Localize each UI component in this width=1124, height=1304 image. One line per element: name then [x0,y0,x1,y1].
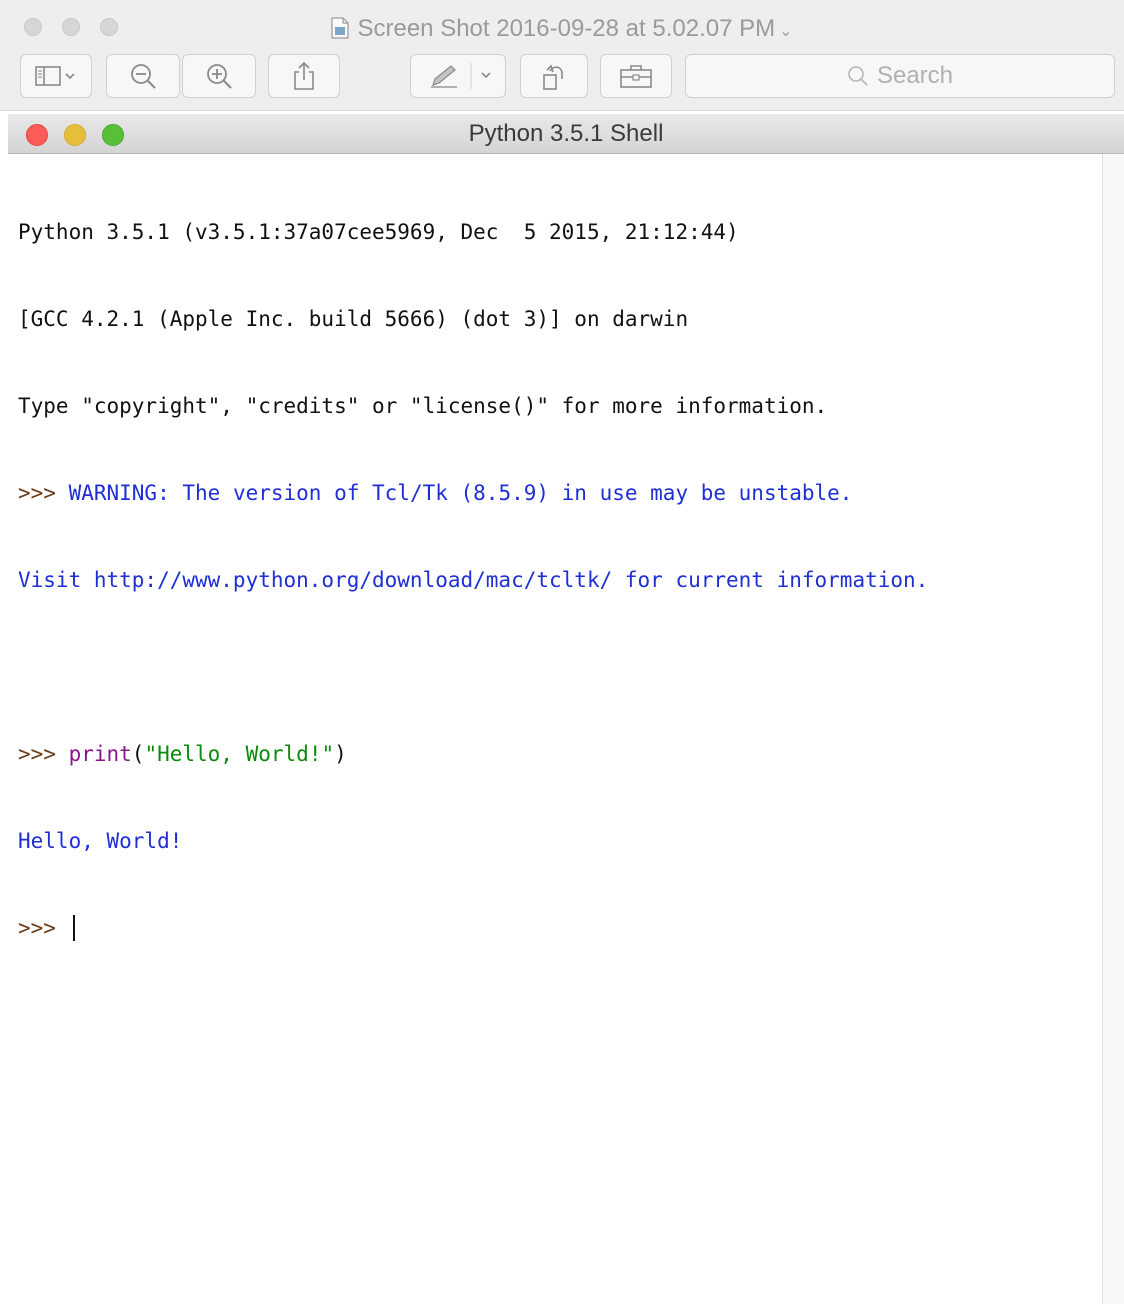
preview-title-text: Screen Shot 2016-09-28 at 5.02.07 PM [357,15,776,42]
prompt: >>> [18,742,69,766]
console-line: [GCC 4.2.1 (Apple Inc. build 5666) (dot … [18,307,689,331]
warning-text: WARNING: The version of Tcl/Tk (8.5.9) i… [68,481,853,505]
share-button[interactable] [268,54,340,98]
console-line: >>> WARNING: The version of Tcl/Tk (8.5.… [18,479,928,508]
console-line: >>> print("Hello, World!") [18,740,928,769]
markup-button[interactable] [410,54,506,98]
preview-window-title[interactable]: Screen Shot 2016-09-28 at 5.02.07 PM ⌄ [0,14,1124,47]
console-output[interactable]: Python 3.5.1 (v3.5.1:37a07cee5969, Dec 5… [18,160,928,1001]
toolbox-icon [620,65,652,88]
shell-window-title: Python 3.5.1 Shell [468,120,664,147]
shell-titlebar: Python 3.5.1 Shell [8,114,1124,154]
search-field[interactable]: Search [685,54,1115,98]
search-placeholder: Search [876,62,954,89]
search-icon [848,66,868,86]
preview-toolbar: Search [0,48,1124,111]
rotate-button[interactable] [520,54,588,98]
console-line: Type "copyright", "credits" or "license(… [18,394,828,418]
sidebar-toggle-icon [35,66,75,86]
zoom-in-icon [207,64,232,89]
prompt: >>> [18,916,69,940]
console-line: Visit http://www.python.org/download/mac… [18,568,929,592]
string-literal: "Hello, World!" [144,742,335,766]
zoom-out-icon [131,64,156,89]
chevron-down-icon: ⌄ [779,23,793,40]
document-icon [331,17,350,39]
markup-pen-icon [431,63,491,89]
paren-close: ) [334,742,347,766]
vertical-scrollbar[interactable] [1102,154,1124,1304]
paren-open: ( [131,742,145,766]
toolbox-button[interactable] [600,54,672,98]
console-output-line: Hello, World! [18,829,183,853]
share-icon [294,61,314,90]
sidebar-toggle-button[interactable] [20,54,92,98]
prompt: >>> [18,481,69,505]
shell-console[interactable]: Python 3.5.1 (v3.5.1:37a07cee5969, Dec 5… [8,154,1102,1304]
console-line: Python 3.5.1 (v3.5.1:37a07cee5969, Dec 5… [18,220,752,244]
text-cursor [72,915,75,941]
rotate-icon [543,64,563,90]
console-input-line[interactable]: >>> [18,914,928,943]
zoom-in-button[interactable] [182,54,256,98]
builtin-print: print [68,742,132,766]
zoom-out-button[interactable] [106,54,180,98]
